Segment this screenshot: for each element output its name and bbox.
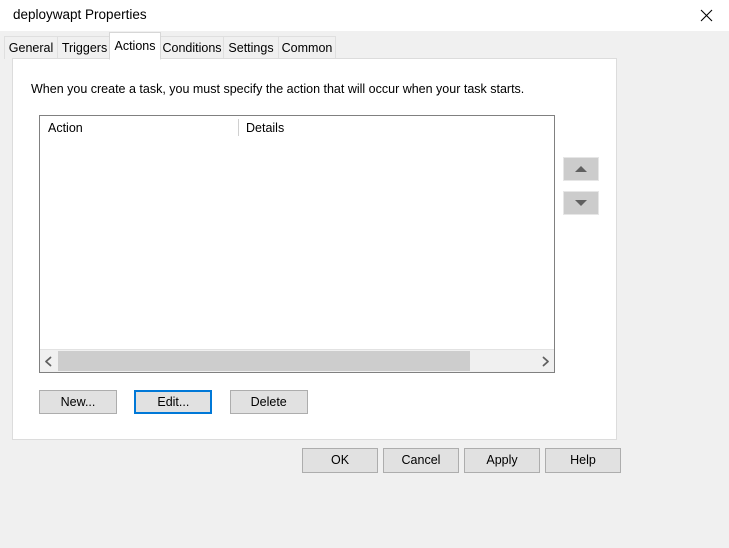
horizontal-scrollbar[interactable] (40, 349, 554, 372)
chevron-right-icon (542, 356, 549, 366)
close-icon (700, 9, 712, 22)
chevron-left-icon (45, 356, 52, 366)
tab-strip: General Triggers Actions Conditions Sett… (0, 31, 729, 60)
actions-tab-panel: When you create a task, you must specify… (12, 58, 617, 440)
scroll-left-button[interactable] (40, 350, 57, 372)
tab-actions[interactable]: Actions (109, 32, 161, 60)
scrollbar-thumb[interactable] (58, 351, 470, 371)
close-button[interactable] (683, 0, 729, 31)
move-down-button[interactable] (563, 191, 599, 215)
action-button-group: New... Edit... Delete (39, 390, 322, 414)
ok-button[interactable]: OK (302, 448, 378, 473)
help-button[interactable]: Help (545, 448, 621, 473)
window-title: deploywapt Properties (13, 7, 147, 22)
instruction-text: When you create a task, you must specify… (31, 82, 525, 96)
cancel-button[interactable]: Cancel (383, 448, 459, 473)
dialog-footer: OK Cancel Apply Help (0, 448, 729, 478)
actions-list-body[interactable] (40, 140, 554, 349)
tab-settings[interactable]: Settings (223, 36, 279, 59)
delete-button[interactable]: Delete (229, 390, 308, 414)
triangle-down-icon (575, 200, 587, 206)
tab-common[interactable]: Common (278, 36, 336, 59)
scroll-right-button[interactable] (537, 350, 554, 372)
tab-triggers[interactable]: Triggers (57, 36, 112, 59)
column-header-action[interactable]: Action (48, 121, 83, 135)
title-bar: deploywapt Properties (0, 0, 729, 31)
edit-button[interactable]: Edit... (134, 390, 213, 414)
actions-list[interactable]: Action Details (39, 115, 555, 373)
triangle-up-icon (575, 166, 587, 172)
tab-general[interactable]: General (4, 36, 58, 59)
new-button[interactable]: New... (39, 390, 117, 414)
tab-conditions[interactable]: Conditions (160, 36, 224, 59)
actions-list-header: Action Details (40, 116, 554, 141)
apply-button[interactable]: Apply (464, 448, 540, 473)
column-header-details[interactable]: Details (246, 121, 284, 135)
column-divider[interactable] (238, 119, 239, 136)
move-up-button[interactable] (563, 157, 599, 181)
